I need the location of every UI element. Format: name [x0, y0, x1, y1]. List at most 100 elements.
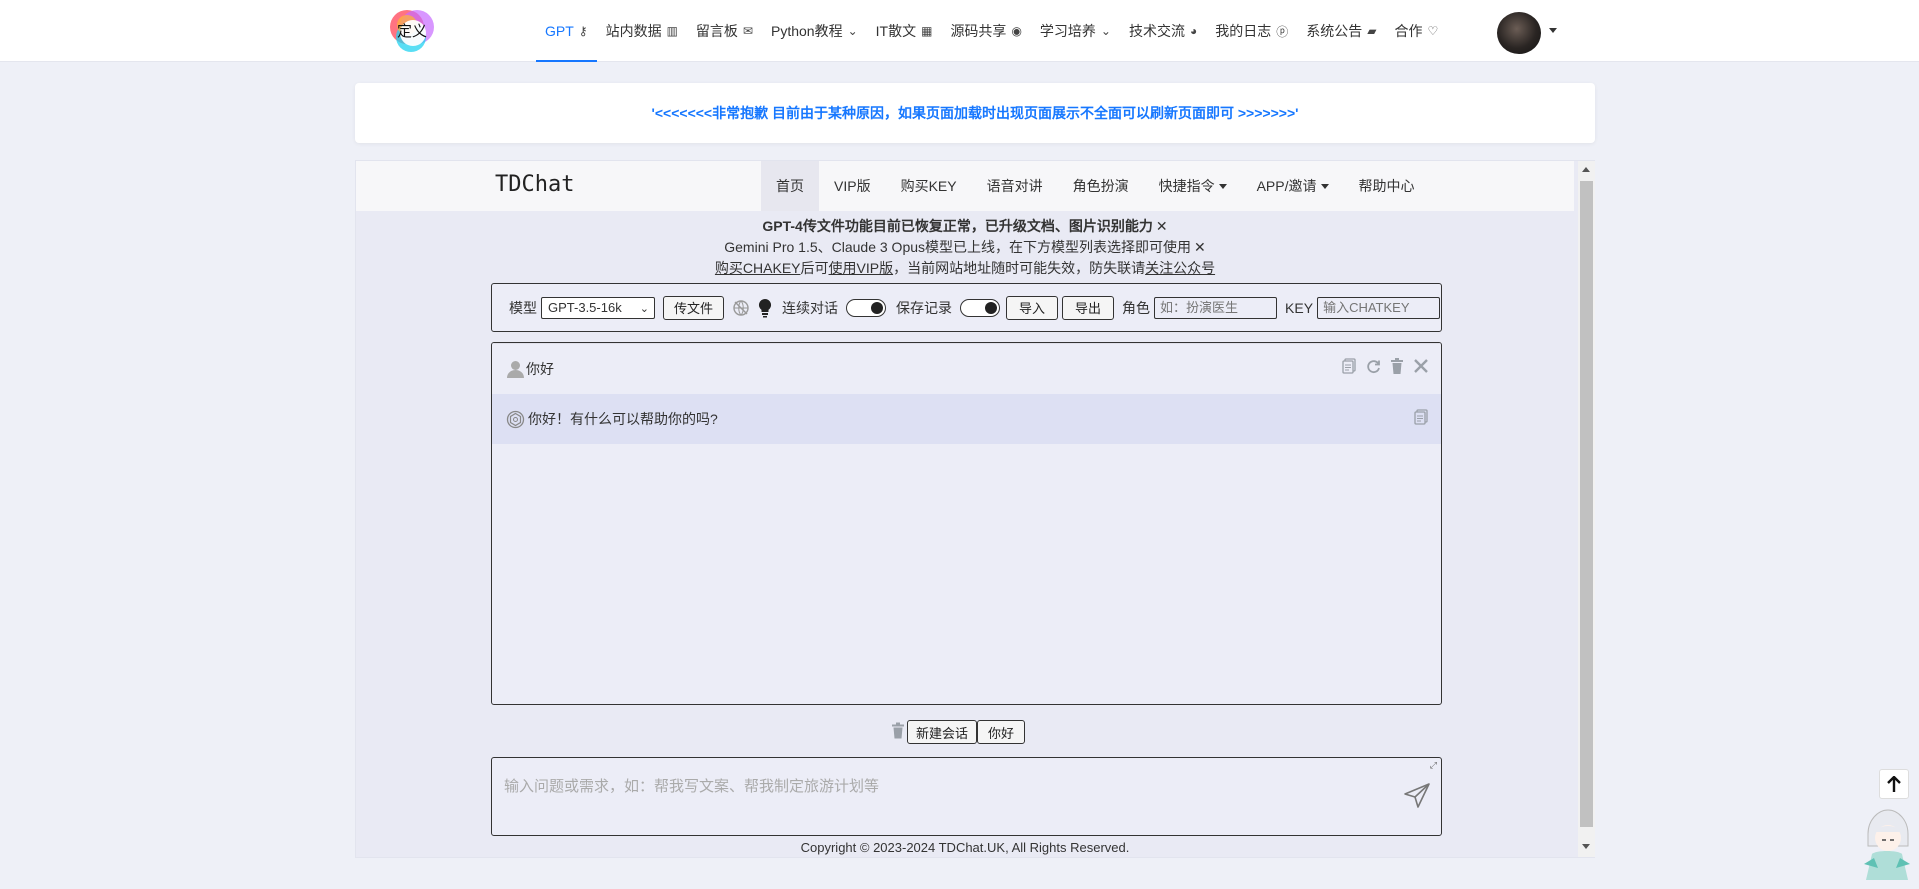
- nav-item-9[interactable]: 系统公告 ▰: [1297, 0, 1385, 62]
- mail-icon: ✉: [742, 24, 753, 38]
- app-tab-label: 帮助中心: [1358, 178, 1415, 194]
- app-tab-4[interactable]: 角色扮演: [1058, 161, 1144, 211]
- app-tab-7[interactable]: 帮助中心: [1344, 161, 1430, 211]
- main-nav: GPT ⚷ 站内数据 ▥ 留言板 ✉ Python教程 ⌄ IT散文 ▦ 源码共享 ◉ 学习培养 ⌄ 技术交…: [536, 0, 1447, 62]
- web-search-off-icon[interactable]: [732, 299, 750, 317]
- frame-scrollbar[interactable]: [1578, 161, 1595, 857]
- logo-text: 定义: [397, 22, 428, 40]
- top-navbar: 定义 GPT ⚷ 站内数据 ▥ 留言板 ✉ Python教程 ⌄ IT散文 ▦ 源码共享 ◉ 学习培养 ⌄…: [0, 0, 1919, 62]
- role-label: 角色: [1122, 299, 1151, 316]
- import-button[interactable]: 导入: [1006, 295, 1059, 320]
- user-message-text: 你好: [526, 360, 554, 377]
- model-select[interactable]: GPT-3.5-16k ⌄: [541, 296, 655, 319]
- export-button[interactable]: 导出: [1062, 295, 1115, 320]
- announce-text: ，当前网站地址随时可能失效，防失联请: [893, 260, 1146, 276]
- follow-account-link[interactable]: 关注公众号: [1145, 260, 1215, 276]
- arrow-up-icon: [1887, 776, 1901, 792]
- user-avatar[interactable]: [1497, 12, 1541, 54]
- nav-item-5[interactable]: 源码共享 ◉: [941, 0, 1030, 62]
- announce-gpt4-text: GPT-4传文件功能目前已恢复正常，已升级文档、图片识别能力: [762, 218, 1153, 234]
- expand-icon[interactable]: ⤢: [1430, 760, 1437, 771]
- chat-toolbar: 模型 GPT-3.5-16k ⌄ 传文件 连续对话 保存记录 导入 导出 角色 …: [491, 283, 1442, 332]
- copy-icon[interactable]: [1342, 358, 1357, 378]
- nav-item-6[interactable]: 学习培养 ⌄: [1031, 0, 1120, 62]
- app-tab-1[interactable]: VIP版: [819, 161, 886, 211]
- role-input[interactable]: [1154, 296, 1278, 319]
- nav-item-3[interactable]: Python教程 ⌄: [762, 0, 867, 62]
- close-icon[interactable]: ✕: [1194, 239, 1206, 255]
- app-tab-2[interactable]: 购买KEY: [886, 161, 972, 211]
- app-tab-label: 购买KEY: [900, 178, 957, 194]
- nav-item-label: Python教程: [770, 23, 843, 39]
- app-tab-6[interactable]: APP/邀请: [1242, 161, 1344, 211]
- message-composer[interactable]: 输入问题或需求，如：帮我写文案、帮我制定旅游计划等 ⤢: [491, 757, 1442, 836]
- close-message-icon[interactable]: [1413, 358, 1429, 378]
- nav-item-1[interactable]: 站内数据 ▥: [597, 0, 687, 62]
- scroll-up-icon[interactable]: [1582, 167, 1590, 172]
- buy-chakey-link[interactable]: 购买CHAKEY: [715, 260, 801, 276]
- model-select-value: GPT-3.5-16k: [548, 299, 622, 315]
- chat-messages[interactable]: 你好 你好！有什么可以帮助你的吗?: [491, 342, 1442, 705]
- nav-item-label: GPT: [545, 23, 574, 39]
- save-history-toggle[interactable]: [960, 298, 1001, 317]
- nav-item-label: 留言板: [695, 23, 738, 39]
- clear-sessions-icon[interactable]: [891, 722, 905, 742]
- close-icon[interactable]: ✕: [1156, 218, 1168, 234]
- vip-link[interactable]: 使用VIP版: [829, 260, 894, 276]
- lightbulb-icon[interactable]: [756, 298, 774, 317]
- nav-item-7[interactable]: 技术交流 ◕: [1120, 0, 1206, 62]
- chevron-down-icon: ⌄: [847, 24, 858, 38]
- scroll-down-icon[interactable]: [1582, 844, 1590, 849]
- nav-item-0[interactable]: GPT ⚷: [536, 0, 597, 62]
- app-tab-label: APP/邀请: [1256, 178, 1317, 194]
- copy-icon[interactable]: [1414, 409, 1429, 429]
- new-chat-button[interactable]: 新建会话: [907, 720, 978, 744]
- refresh-icon[interactable]: [1366, 359, 1381, 378]
- app-brand[interactable]: TDChat: [495, 172, 574, 197]
- app-tab-0[interactable]: 首页: [761, 161, 819, 211]
- assistant-message-actions: [1414, 409, 1429, 429]
- continuous-chat-label: 连续对话: [782, 299, 839, 316]
- app-tab-3[interactable]: 语音对讲: [972, 161, 1058, 211]
- app-tabs: 首页 VIP版 购买KEY 语音对讲 角色扮演 快捷指令 APP/邀请 帮助中心: [761, 161, 1430, 211]
- scrollbar-thumb[interactable]: [1580, 181, 1593, 827]
- announce-models-text: Gemini Pro 1.5、Claude 3 Opus模型已上线，在下方模型列…: [724, 239, 1192, 255]
- session-tab[interactable]: 你好: [977, 720, 1026, 744]
- announce-line-1: GPT-4传文件功能目前已恢复正常，已升级文档、图片识别能力 ✕: [356, 216, 1574, 237]
- send-icon[interactable]: [1403, 782, 1431, 813]
- qrcode-icon: ▦: [921, 24, 933, 38]
- notice-text: '<<<<<<<非常抱歉 目前由于某种原因，如果页面加载时出现页面展示不全面可以…: [651, 105, 1299, 121]
- app-tab-5[interactable]: 快捷指令: [1144, 161, 1242, 211]
- key-label: KEY: [1285, 299, 1314, 316]
- composer-placeholder: 输入问题或需求，如：帮我写文案、帮我制定旅游计划等: [504, 778, 880, 795]
- nav-item-label: 站内数据: [605, 23, 662, 39]
- chevron-down-icon: ⌄: [639, 302, 649, 315]
- avatar-caret-icon[interactable]: [1549, 28, 1557, 33]
- github-icon: ◕: [1189, 24, 1198, 38]
- mascot-image[interactable]: [1858, 804, 1916, 884]
- nav-item-2[interactable]: 留言板 ✉: [687, 0, 762, 62]
- app-tab-label: 快捷指令: [1158, 178, 1215, 194]
- lightbulb-icon: ♡: [1427, 24, 1439, 38]
- chat-app-frame: TDChat 首页 VIP版 购买KEY 语音对讲 角色扮演 快捷指令 APP/邀请 帮助中心…: [355, 160, 1595, 858]
- notice-banner: '<<<<<<<非常抱歉 目前由于某种原因，如果页面加载时出现页面展示不全面可以…: [355, 83, 1595, 143]
- site-logo[interactable]: 定义: [385, 5, 439, 57]
- comments-icon: ▰: [1367, 24, 1377, 38]
- upload-file-button[interactable]: 传文件: [663, 295, 725, 320]
- chatkey-input[interactable]: [1317, 296, 1441, 319]
- app-tab-label: 语音对讲: [986, 178, 1043, 194]
- save-history-label: 保存记录: [896, 299, 953, 316]
- app-navbar: TDChat 首页 VIP版 购买KEY 语音对讲 角色扮演 快捷指令 APP/邀请 帮助中心: [356, 161, 1574, 211]
- caret-down-icon: [1320, 183, 1329, 189]
- pinterest-icon: ⓟ: [1276, 24, 1289, 39]
- trash-icon[interactable]: [1390, 358, 1404, 378]
- continuous-chat-toggle[interactable]: [846, 298, 887, 317]
- nav-item-10[interactable]: 合作 ♡: [1385, 0, 1447, 62]
- nav-item-label: 源码共享: [950, 23, 1007, 39]
- nav-item-label: 我的日志: [1215, 23, 1272, 39]
- nav-item-8[interactable]: 我的日志 ⓟ: [1206, 0, 1297, 62]
- back-to-top-button[interactable]: [1879, 769, 1909, 799]
- nav-item-4[interactable]: IT散文 ▦: [867, 0, 942, 62]
- app-tab-label: 角色扮演: [1072, 178, 1129, 194]
- user-message-actions: [1342, 358, 1429, 378]
